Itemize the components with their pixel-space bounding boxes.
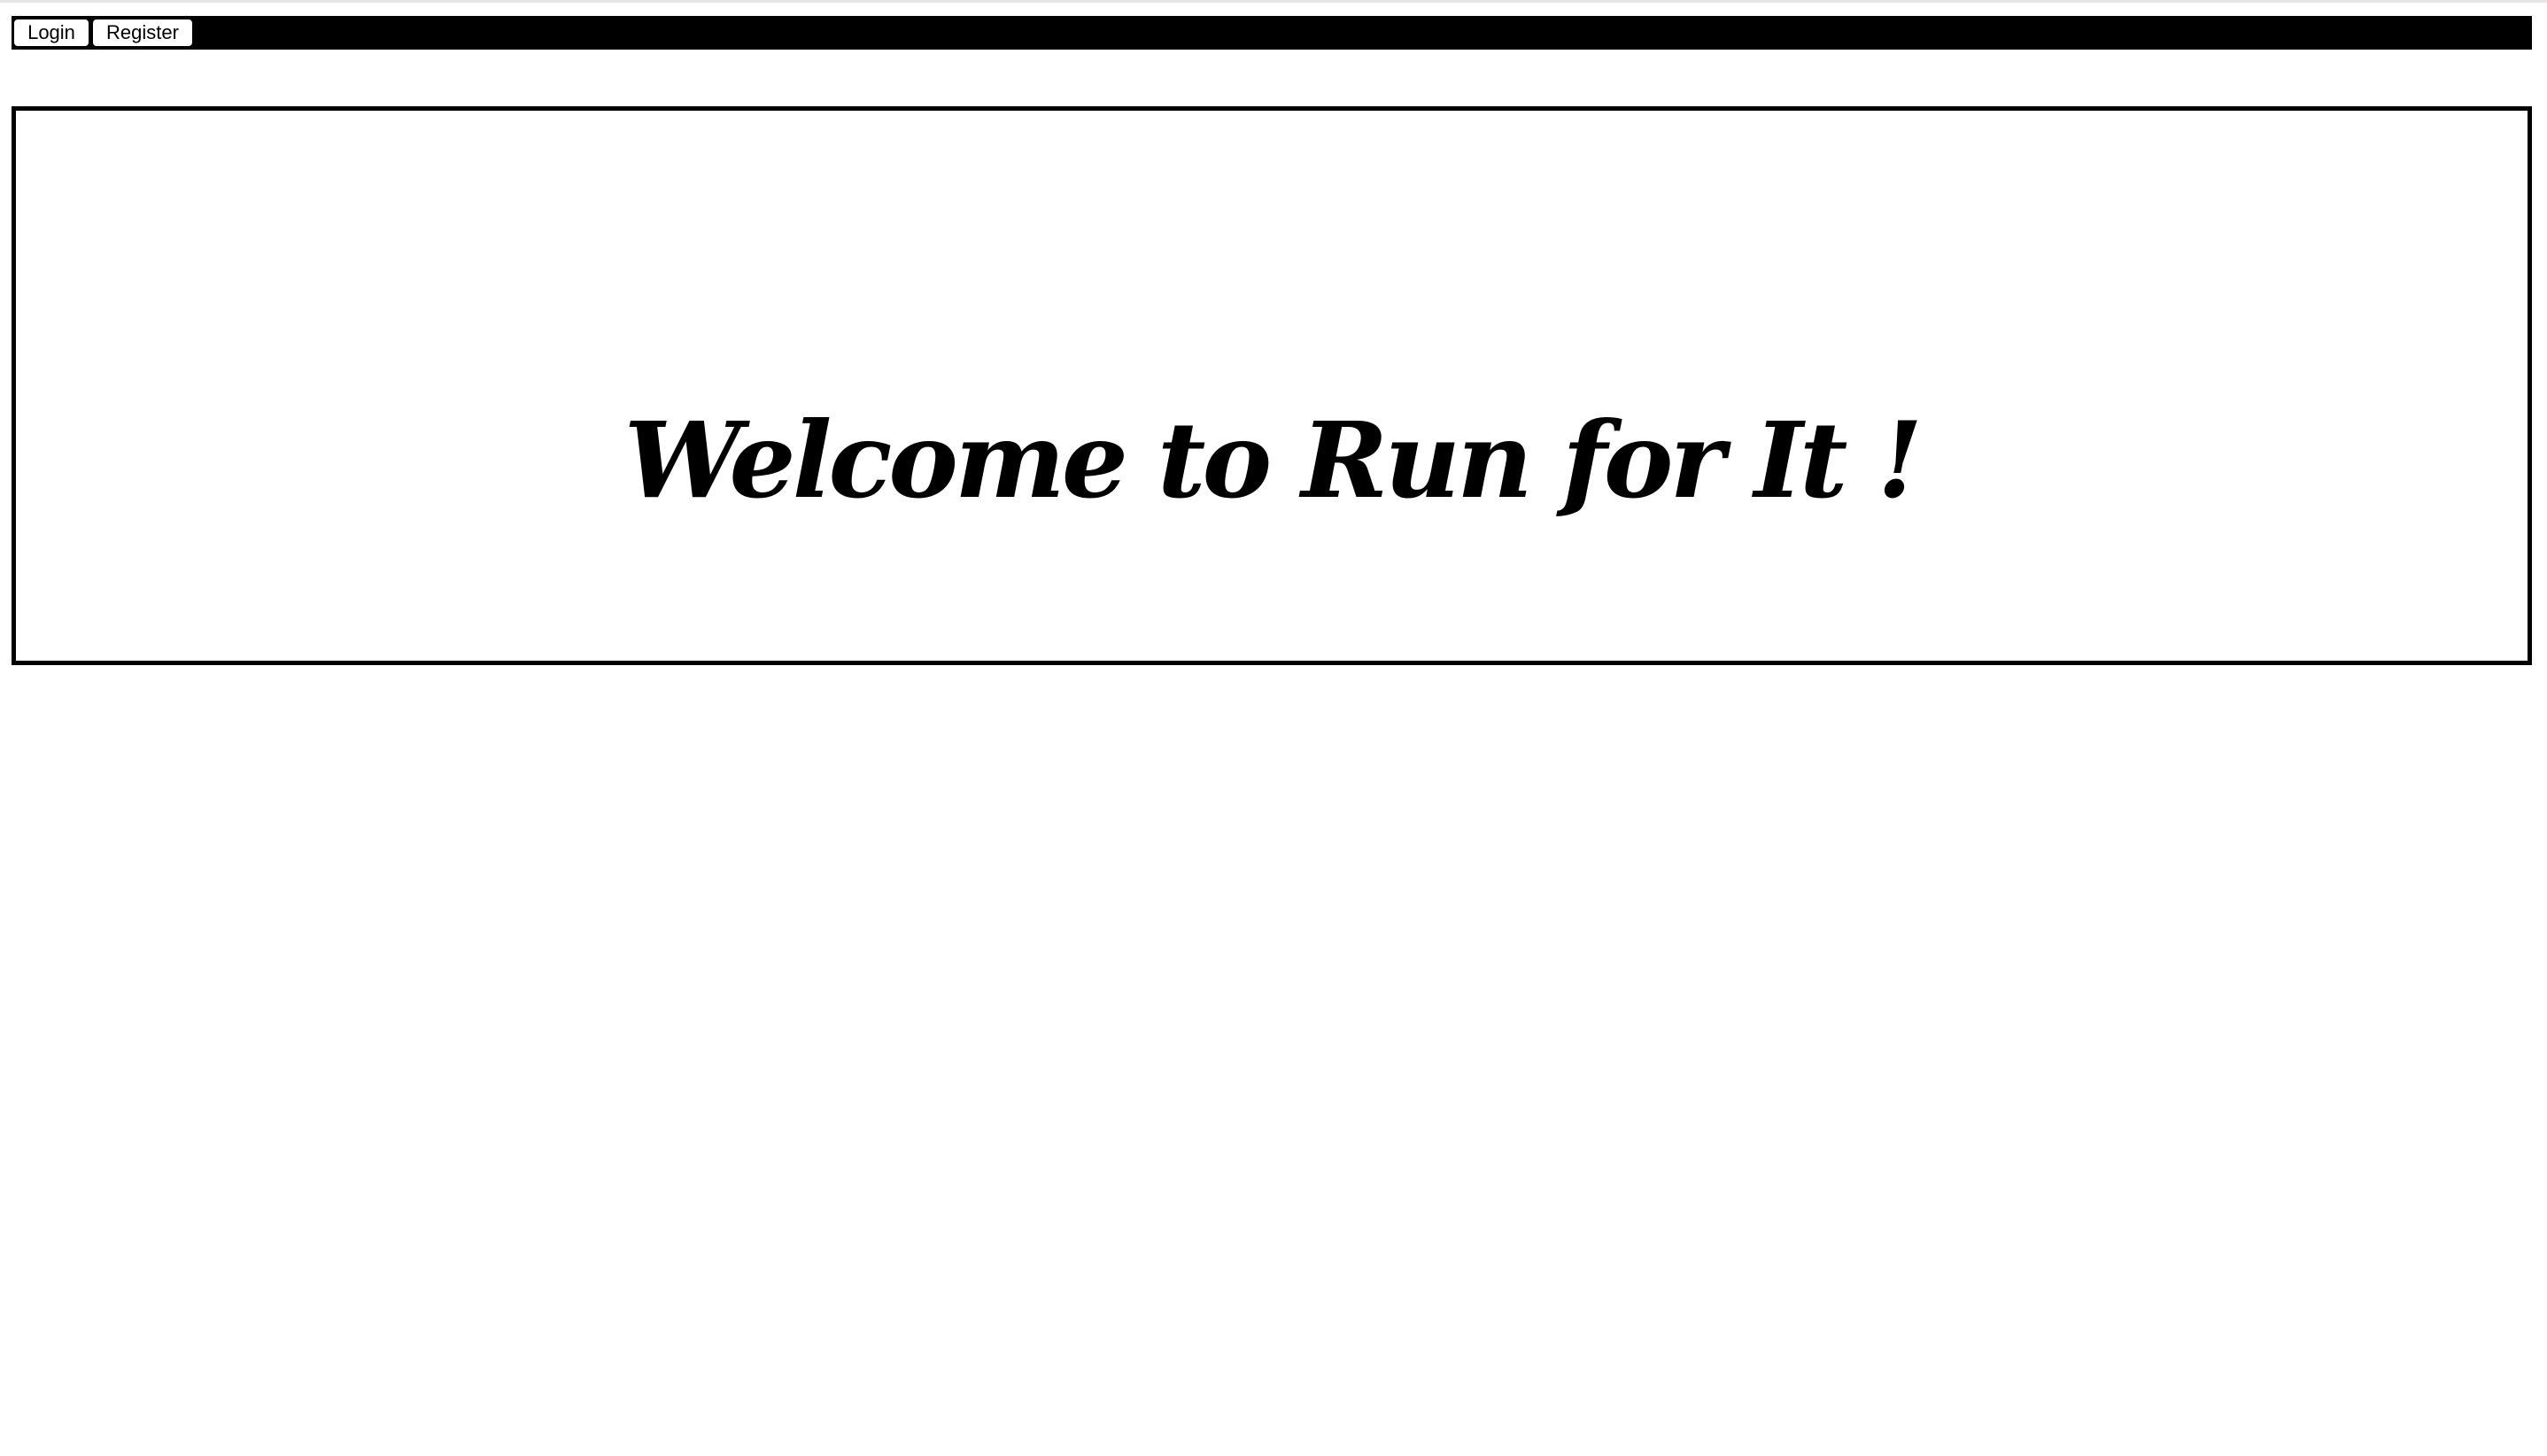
top-nav-bar: Login Register (12, 16, 2532, 50)
login-button[interactable]: Login (13, 19, 89, 47)
register-button[interactable]: Register (92, 19, 193, 47)
page: Login Register Welcome to Run for It ! (0, 0, 2547, 1456)
welcome-banner: Welcome to Run for It ! (12, 106, 2532, 665)
top-divider (0, 0, 2547, 3)
welcome-heading: Welcome to Run for It ! (623, 398, 1924, 522)
